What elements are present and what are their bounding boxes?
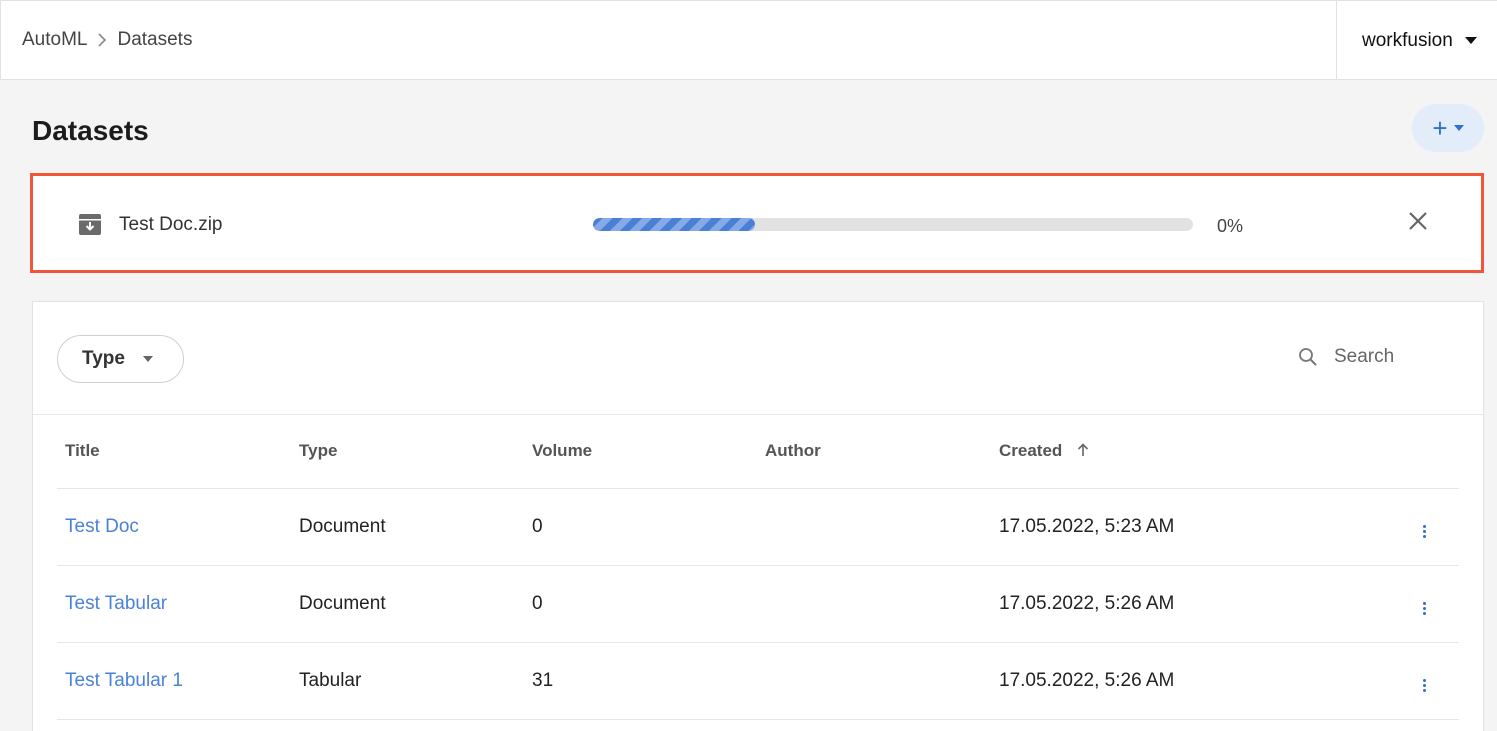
chevron-right-icon <box>97 33 107 47</box>
dataset-volume: 0 <box>524 488 757 566</box>
column-header-created[interactable]: Created <box>991 415 1391 489</box>
dataset-author <box>757 642 991 720</box>
user-menu[interactable]: workfusion <box>1336 1 1497 80</box>
dataset-author <box>757 488 991 566</box>
user-name: workfusion <box>1362 29 1453 51</box>
upload-progress-fill <box>593 218 755 231</box>
close-icon[interactable] <box>1406 209 1430 233</box>
column-header-created-label: Created <box>999 440 1063 460</box>
search-icon <box>1298 347 1318 367</box>
table-row[interactable]: Test Tabular 1 Tabular 31 17.05.2022, 5:… <box>57 642 1459 720</box>
column-header-title[interactable]: Title <box>57 415 291 489</box>
sort-ascending-icon[interactable] <box>1077 442 1089 462</box>
caret-down-icon <box>1453 125 1464 131</box>
breadcrumb-current: Datasets <box>117 29 193 50</box>
dataset-volume: 0 <box>524 565 757 643</box>
dataset-type: Tabular <box>291 642 524 720</box>
dataset-title-link[interactable]: Test Tabular 1 <box>65 670 183 691</box>
dataset-volume: 31 <box>524 642 757 720</box>
dataset-author <box>757 565 991 643</box>
breadcrumb: AutoML Datasets <box>22 29 192 51</box>
caret-down-icon <box>1464 37 1477 44</box>
caret-down-icon <box>142 356 153 362</box>
column-header-volume[interactable]: Volume <box>524 415 757 489</box>
dataset-created: 17.05.2022, 5:26 AM <box>991 565 1391 643</box>
upload-file-name: Test Doc.zip <box>119 214 223 235</box>
table-row[interactable]: Test Tabular Document 0 17.05.2022, 5:26… <box>57 565 1459 643</box>
column-header-type[interactable]: Type <box>291 415 524 489</box>
upload-percent: 0% <box>1217 216 1244 236</box>
column-header-actions <box>1391 415 1459 489</box>
type-filter-label: Type <box>82 348 125 369</box>
dataset-title-link[interactable]: Test Tabular <box>65 593 167 614</box>
datasets-panel: Type Title Type Volume Author Created <box>32 301 1484 731</box>
dataset-type: Document <box>291 565 524 643</box>
search-input[interactable] <box>1334 346 1454 368</box>
breadcrumb-root-link[interactable]: AutoML <box>22 29 87 51</box>
table-row[interactable]: Test Doc Document 0 17.05.2022, 5:23 AM <box>57 488 1459 566</box>
more-options-icon[interactable] <box>1419 675 1430 696</box>
more-options-icon[interactable] <box>1419 598 1430 619</box>
dataset-created: 17.05.2022, 5:26 AM <box>991 642 1391 720</box>
dataset-created: 17.05.2022, 5:23 AM <box>991 488 1391 566</box>
archive-file-icon <box>78 212 102 236</box>
upload-progress-bar <box>593 218 1193 231</box>
filter-bar: Type <box>33 302 1483 415</box>
search-box[interactable] <box>1298 346 1454 368</box>
table-header-row: Title Type Volume Author Created <box>57 415 1459 489</box>
datasets-table: Title Type Volume Author Created Test Do… <box>57 415 1459 720</box>
add-dataset-button[interactable]: + <box>1412 104 1484 152</box>
dataset-type: Document <box>291 488 524 566</box>
dataset-title-link[interactable]: Test Doc <box>65 516 139 537</box>
more-options-icon[interactable] <box>1419 521 1430 542</box>
page-title: Datasets <box>32 115 149 146</box>
top-bar: AutoML Datasets workfusion <box>0 0 1497 80</box>
column-header-author[interactable]: Author <box>757 415 991 489</box>
plus-icon: + <box>1432 113 1448 143</box>
type-filter-dropdown[interactable]: Type <box>57 335 184 383</box>
upload-progress-card: Test Doc.zip 0% <box>30 173 1484 273</box>
